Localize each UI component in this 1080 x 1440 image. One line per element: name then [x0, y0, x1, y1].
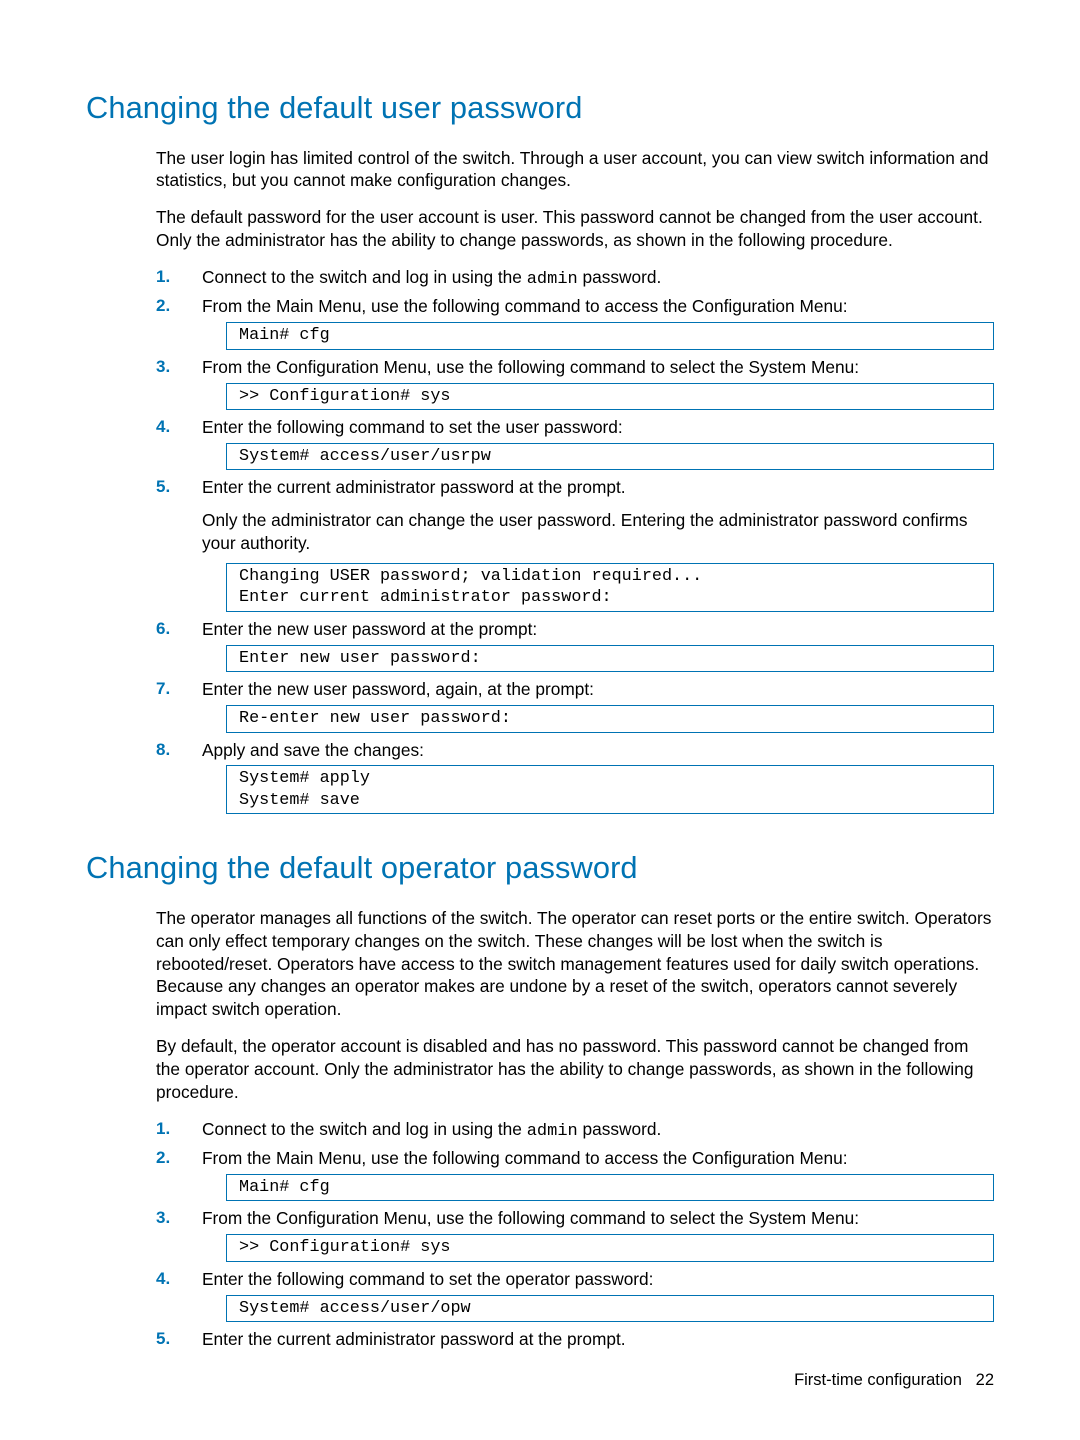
- step-text: Connect to the switch and log in using t…: [202, 266, 994, 291]
- step-text: From the Main Menu, use the following co…: [202, 1147, 994, 1170]
- code-box: >> Configuration# sys: [226, 1234, 994, 1262]
- step-number: 7.: [156, 678, 170, 700]
- code-box: System# access/user/usrpw: [226, 443, 994, 471]
- step-item: 4. Enter the following command to set th…: [156, 1268, 994, 1322]
- code-box: Main# cfg: [226, 322, 994, 350]
- inline-code: admin: [527, 270, 578, 289]
- page-number: 22: [976, 1371, 994, 1389]
- step-number: 3.: [156, 356, 170, 378]
- step-item: 6. Enter the new user password at the pr…: [156, 618, 994, 672]
- text-run: Connect to the switch and log in using t…: [202, 1119, 527, 1139]
- step-list-user: 1. Connect to the switch and log in usin…: [156, 266, 994, 814]
- step-item: 2. From the Main Menu, use the following…: [156, 295, 994, 349]
- step-item: 8. Apply and save the changes: System# a…: [156, 739, 994, 815]
- step-text: Enter the following command to set the o…: [202, 1268, 994, 1291]
- code-box: Main# cfg: [226, 1174, 994, 1202]
- section-user-body: The user login has limited control of th…: [86, 147, 994, 815]
- step-number: 5.: [156, 476, 170, 498]
- code-box: Changing USER password; validation requi…: [226, 563, 994, 612]
- step-number: 1.: [156, 266, 170, 288]
- section-heading-user: Changing the default user password: [86, 88, 994, 129]
- step-item: 1. Connect to the switch and log in usin…: [156, 266, 994, 291]
- paragraph: By default, the operator account is disa…: [156, 1035, 994, 1103]
- code-box: Enter new user password:: [226, 645, 994, 673]
- footer-label: First-time configuration: [794, 1371, 962, 1389]
- step-text: From the Main Menu, use the following co…: [202, 295, 994, 318]
- text-run: password.: [578, 1119, 662, 1139]
- step-number: 4.: [156, 416, 170, 438]
- code-box: System# access/user/opw: [226, 1295, 994, 1323]
- page-footer: First-time configuration 22: [794, 1370, 994, 1392]
- step-text: Enter the new user password at the promp…: [202, 618, 994, 641]
- step-item: 5. Enter the current administrator passw…: [156, 1328, 994, 1351]
- step-item: 3. From the Configuration Menu, use the …: [156, 1207, 994, 1261]
- step-number: 4.: [156, 1268, 170, 1290]
- step-number: 1.: [156, 1118, 170, 1140]
- paragraph: The default password for the user accoun…: [156, 206, 994, 252]
- step-number: 2.: [156, 295, 170, 317]
- step-item: 1. Connect to the switch and log in usin…: [156, 1118, 994, 1143]
- step-text: Enter the new user password, again, at t…: [202, 678, 994, 701]
- step-item: 3. From the Configuration Menu, use the …: [156, 356, 994, 410]
- paragraph: The operator manages all functions of th…: [156, 907, 994, 1021]
- step-number: 6.: [156, 618, 170, 640]
- step-text: Apply and save the changes:: [202, 739, 994, 762]
- step-item: 2. From the Main Menu, use the following…: [156, 1147, 994, 1201]
- text-run: Connect to the switch and log in using t…: [202, 267, 527, 287]
- paragraph: Only the administrator can change the us…: [202, 509, 994, 555]
- section-operator-body: The operator manages all functions of th…: [86, 907, 994, 1351]
- step-item: 5. Enter the current administrator passw…: [156, 476, 994, 611]
- step-item: 4. Enter the following command to set th…: [156, 416, 994, 470]
- step-item: 7. Enter the new user password, again, a…: [156, 678, 994, 732]
- paragraph: The user login has limited control of th…: [156, 147, 994, 193]
- step-text: From the Configuration Menu, use the fol…: [202, 1207, 994, 1230]
- section-heading-operator: Changing the default operator password: [86, 848, 994, 889]
- step-text: From the Configuration Menu, use the fol…: [202, 356, 994, 379]
- text-run: password.: [578, 267, 662, 287]
- step-number: 8.: [156, 739, 170, 761]
- step-text: Enter the following command to set the u…: [202, 416, 994, 439]
- step-text: Enter the current administrator password…: [202, 476, 994, 499]
- step-text: Connect to the switch and log in using t…: [202, 1118, 994, 1143]
- code-box: >> Configuration# sys: [226, 383, 994, 411]
- inline-code: admin: [527, 1122, 578, 1141]
- step-number: 5.: [156, 1328, 170, 1350]
- step-number: 3.: [156, 1207, 170, 1229]
- step-text: Enter the current administrator password…: [202, 1328, 994, 1351]
- code-box: System# apply System# save: [226, 765, 994, 814]
- code-box: Re-enter new user password:: [226, 705, 994, 733]
- step-list-operator: 1. Connect to the switch and log in usin…: [156, 1118, 994, 1351]
- step-number: 2.: [156, 1147, 170, 1169]
